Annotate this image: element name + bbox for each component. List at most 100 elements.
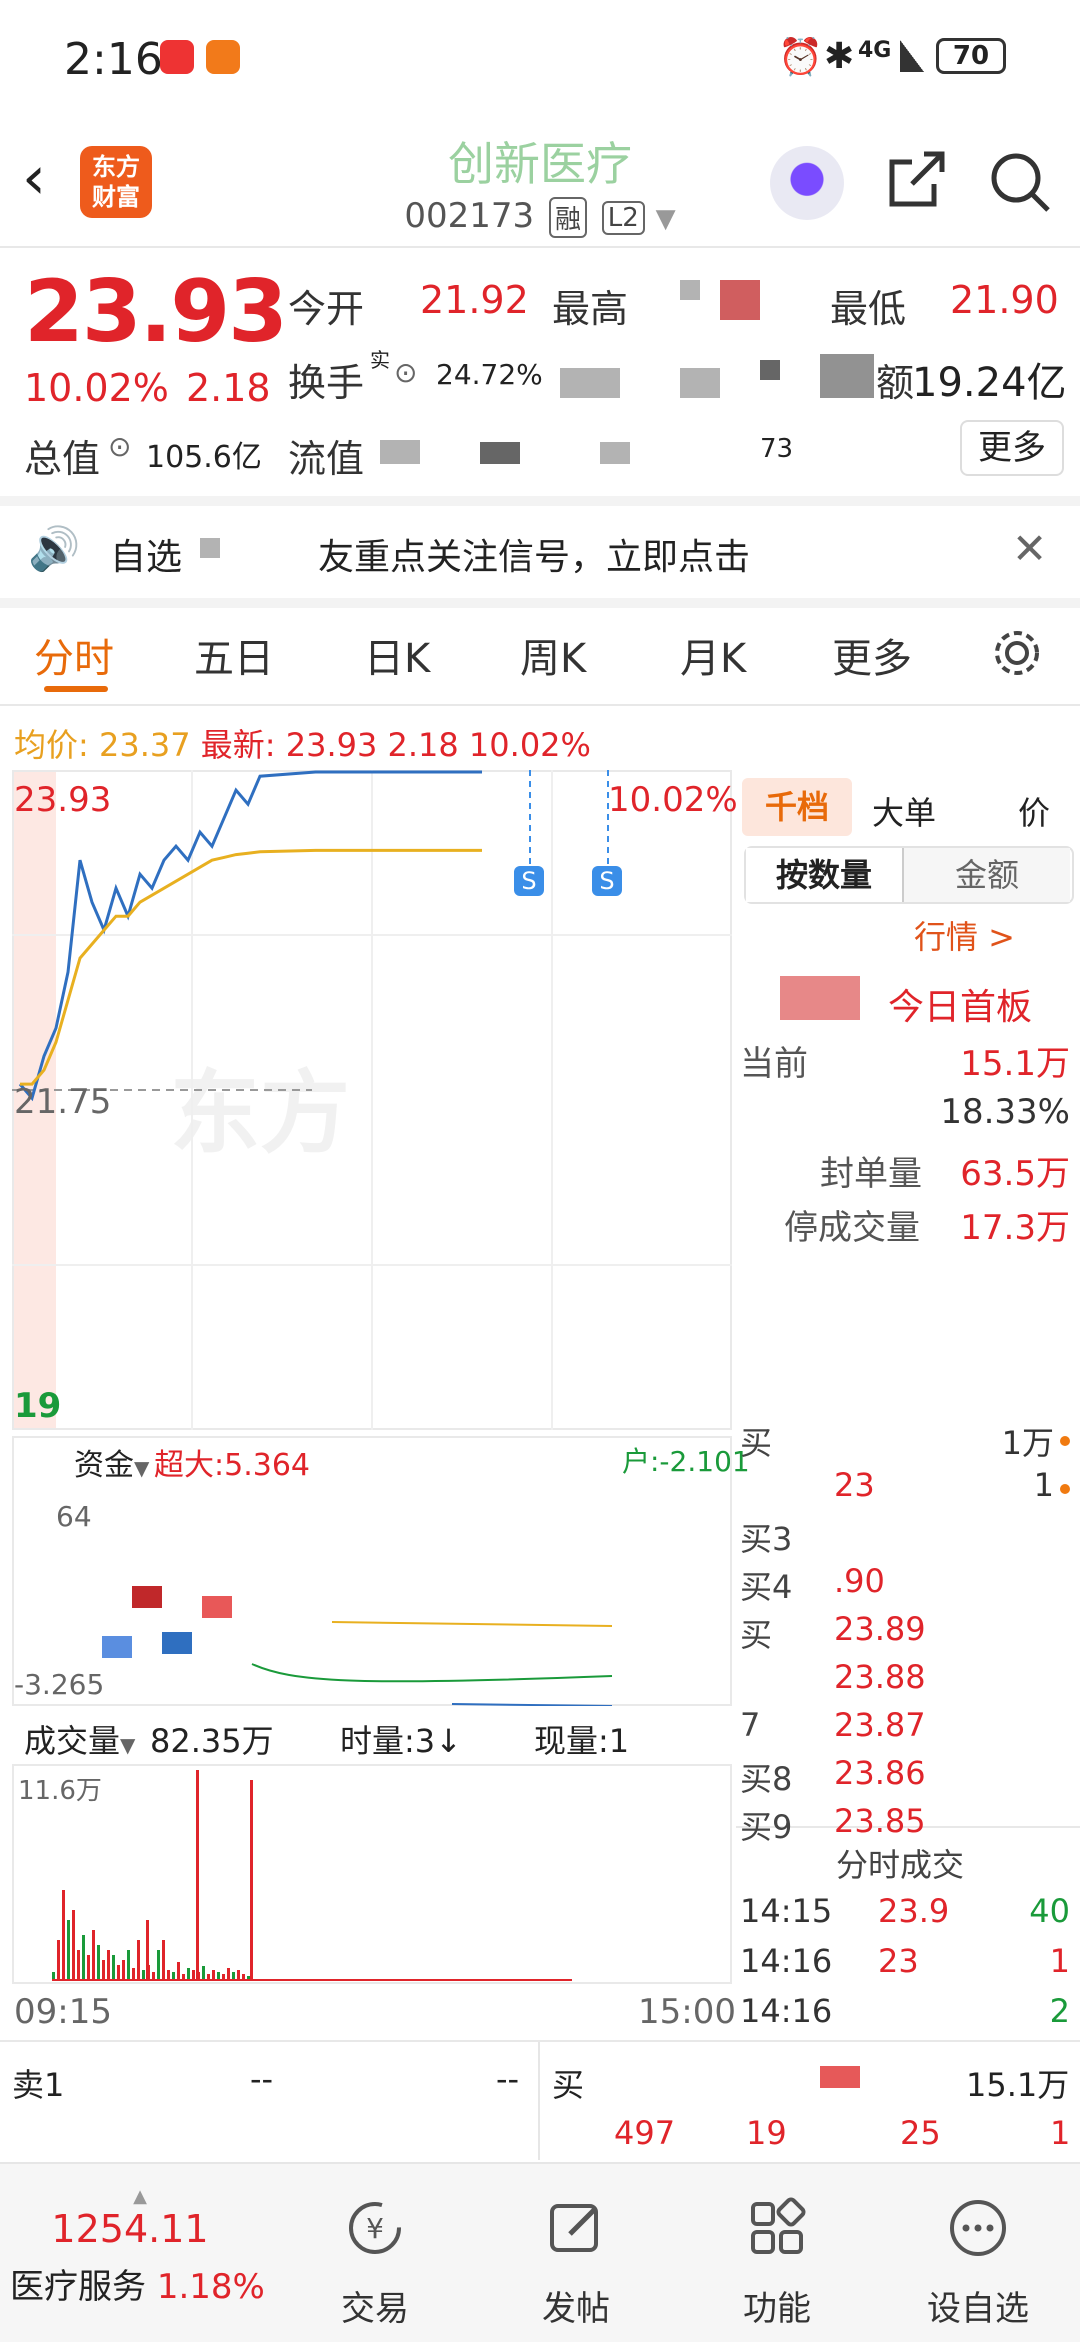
- amount-label: 额: [876, 352, 914, 407]
- avg-line: [20, 850, 482, 1084]
- redacted-block: [560, 360, 810, 400]
- nav-post[interactable]: 发帖: [506, 2196, 646, 2330]
- volume-bar: [142, 1970, 145, 1980]
- nav-functions[interactable]: 功能: [707, 2196, 847, 2330]
- volume-bar: [122, 1960, 125, 1980]
- tab-daily-k[interactable]: 日K: [364, 626, 430, 684]
- search-icon[interactable]: [988, 150, 1052, 214]
- volume-bar: [172, 1972, 175, 1980]
- latest-value: 23.93: [286, 726, 378, 764]
- index-pct: 1.18%: [157, 2267, 265, 2307]
- first-board-label: 今日首板: [888, 978, 1032, 1030]
- ob-dot: [1060, 1436, 1070, 1446]
- ob-dot: [1060, 1484, 1070, 1494]
- more-dots-icon: [946, 2196, 1010, 2260]
- index-name: 医疗服务: [10, 2267, 146, 2307]
- seg-qty[interactable]: 按数量: [746, 848, 904, 902]
- ob-price: 23.89: [834, 1610, 926, 1648]
- bottom-quotes-divider: [0, 2040, 1080, 2042]
- tab-intraday[interactable]: 分时: [34, 626, 114, 684]
- panel-row-key: 当前: [740, 1036, 808, 1085]
- volume-bar: [187, 1968, 190, 1980]
- close-icon[interactable]: ✕: [1012, 524, 1047, 573]
- notice-text-b: 友重点关注信号，立即点击: [318, 528, 750, 580]
- panel-row-key: 停成交量: [784, 1200, 920, 1249]
- assistant-avatar[interactable]: [770, 146, 844, 220]
- volume-bar: [87, 1955, 90, 1980]
- level2-tag: L2: [602, 201, 645, 235]
- more-button[interactable]: 更多: [960, 420, 1064, 476]
- sector-index[interactable]: ▲ 1254.11 医疗服务 1.18%: [10, 2186, 290, 2308]
- volume-select-label: 成交量: [24, 1722, 120, 1760]
- tab-five-day[interactable]: 五日: [194, 626, 274, 684]
- sell-signal-marker[interactable]: S: [514, 866, 544, 896]
- margin-tag: 融: [549, 197, 587, 238]
- share-icon[interactable]: [884, 148, 948, 212]
- volume-total: 82.35万: [150, 1716, 274, 1762]
- ob-level: 7: [740, 1706, 760, 1744]
- trade-row: 14:162: [740, 1992, 1070, 2040]
- speaker-icon: 🔊: [28, 524, 80, 574]
- nav-trade[interactable]: ¥ 交易: [305, 2196, 445, 2330]
- info-icon[interactable]: ⊙: [394, 356, 417, 389]
- tab-more[interactable]: 更多: [832, 626, 912, 684]
- volume-bar: [67, 1920, 70, 1980]
- trade-time: 14:15: [740, 1892, 832, 1930]
- tab-weekly-k[interactable]: 周K: [520, 626, 586, 684]
- volume-select[interactable]: 成交量▼: [24, 1716, 135, 1762]
- notice-text-a: 自选: [110, 528, 182, 580]
- bottom-quotes-split: [538, 2042, 540, 2160]
- order-book-row: 买3: [740, 1514, 1070, 1560]
- sell1-qty: --: [496, 2060, 519, 2120]
- panel-row: 停成交量 17.3万: [740, 1200, 1070, 1250]
- volume-bar: [237, 1970, 240, 1980]
- battery-level: 70: [953, 41, 989, 71]
- trade-row: 14:16231: [740, 1942, 1070, 1990]
- volume-bar: [72, 1910, 75, 1980]
- float-label: 流值: [288, 428, 364, 483]
- ob-level: 买4: [740, 1562, 792, 1608]
- volume-now-wrap: 现量:1: [534, 1716, 629, 1762]
- signal-label: S: [521, 867, 536, 895]
- side-tab-dadan[interactable]: 大单: [872, 788, 936, 834]
- sell-signal-marker[interactable]: S: [592, 866, 622, 896]
- market-link[interactable]: 行情 >: [914, 912, 1015, 958]
- alarm-icon: ⏰: [778, 36, 823, 78]
- volume-bar: [227, 1968, 230, 1980]
- order-book-row: 231: [740, 1466, 1070, 1512]
- info-icon[interactable]: ⊙: [108, 430, 131, 463]
- volume-bar: [97, 1945, 100, 1980]
- volume-bar: [177, 1962, 180, 1980]
- high-value-redacted: [680, 280, 780, 320]
- order-book-row: 723.87: [740, 1706, 1070, 1752]
- nav-add-watchlist[interactable]: 设自选: [908, 2196, 1048, 2330]
- ob-price: 23.86: [834, 1754, 926, 1792]
- open-value: 21.92: [420, 278, 529, 322]
- volume-bar: [132, 1968, 135, 1980]
- ob-level: 买8: [740, 1754, 792, 1800]
- indicator-bar: [102, 1636, 132, 1658]
- amount-value: 19.24亿: [912, 350, 1067, 408]
- redacted-block: [780, 976, 860, 1020]
- change-amount: 2.18: [186, 366, 271, 410]
- seg-amount[interactable]: 金额: [904, 848, 1070, 902]
- volume-bar: [117, 1965, 120, 1980]
- time-end: 15:00: [638, 1992, 736, 2032]
- indicator-line-blue: [452, 1704, 612, 1706]
- ob-level: 买9: [740, 1802, 792, 1848]
- chart-top-pct: 10.02%: [608, 780, 738, 820]
- chevron-down-icon: ▼: [120, 1733, 135, 1757]
- gear-icon[interactable]: [990, 626, 1044, 680]
- latest-label: 最新:: [201, 726, 276, 764]
- volume-bar: [62, 1890, 65, 1980]
- tab-monthly-k[interactable]: 月K: [680, 626, 746, 684]
- side-tab-qiandang[interactable]: 千档: [742, 778, 852, 836]
- app-notification-icon-2: [206, 40, 240, 74]
- ob-price: 23: [834, 1466, 875, 1504]
- notice-bar[interactable]: 🔊 自选 友重点关注信号，立即点击 ✕: [0, 502, 1080, 598]
- volume-bar: [137, 1940, 140, 1980]
- order-book-row: 买 23.89: [740, 1610, 1070, 1656]
- side-tab-fenjia[interactable]: 价: [1018, 788, 1050, 834]
- chart-top-price: 23.93: [14, 780, 111, 820]
- ob-level: 买: [740, 1610, 772, 1656]
